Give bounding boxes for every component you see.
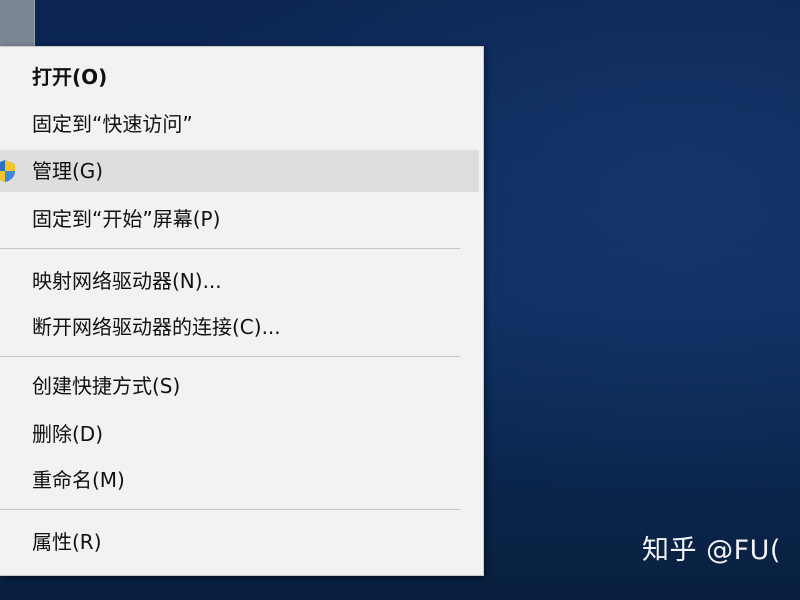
menu-item-label: 属性(R) [32,530,102,554]
menu-separator [0,248,460,249]
menu-item-pin-to-quick-access[interactable]: 固定到“快速访问” [0,103,479,145]
menu-item-manage[interactable]: 管理(G) [0,150,479,192]
menu-item-label: 映射网络驱动器(N)... [32,269,222,293]
menu-item-create-shortcut[interactable]: 创建快捷方式(S) [0,365,479,407]
menu-item-label: 固定到“快速访问” [32,112,193,136]
menu-separator [0,356,460,357]
menu-item-map-network-drive[interactable]: 映射网络驱动器(N)... [0,260,479,302]
menu-item-label: 断开网络驱动器的连接(C)... [32,315,281,339]
zhihu-watermark: 知乎 @FU( [642,535,781,566]
menu-item-label: 创建快捷方式(S) [32,374,181,398]
menu-item-delete[interactable]: 删除(D) [0,413,479,455]
menu-item-label: 重命名(M) [32,468,125,492]
menu-item-label: 打开(O) [32,65,108,89]
menu-item-label: 管理(G) [32,159,104,183]
admin-shield-icon [0,160,15,182]
explorer-window-edge [0,0,35,46]
menu-item-properties[interactable]: 属性(R) [0,521,479,563]
menu-item-open[interactable]: 打开(O) [0,56,479,98]
context-menu: 打开(O) 固定到“快速访问” 管理(G) 固定到“开始”屏幕(P) 映射网络驱… [0,46,484,576]
menu-item-label: 固定到“开始”屏幕(P) [32,207,221,231]
menu-item-disconnect-network-drive[interactable]: 断开网络驱动器的连接(C)... [0,306,479,348]
menu-separator [0,509,460,510]
menu-item-rename[interactable]: 重命名(M) [0,459,479,501]
menu-item-label: 删除(D) [32,422,104,446]
menu-item-pin-to-start[interactable]: 固定到“开始”屏幕(P) [0,198,479,240]
